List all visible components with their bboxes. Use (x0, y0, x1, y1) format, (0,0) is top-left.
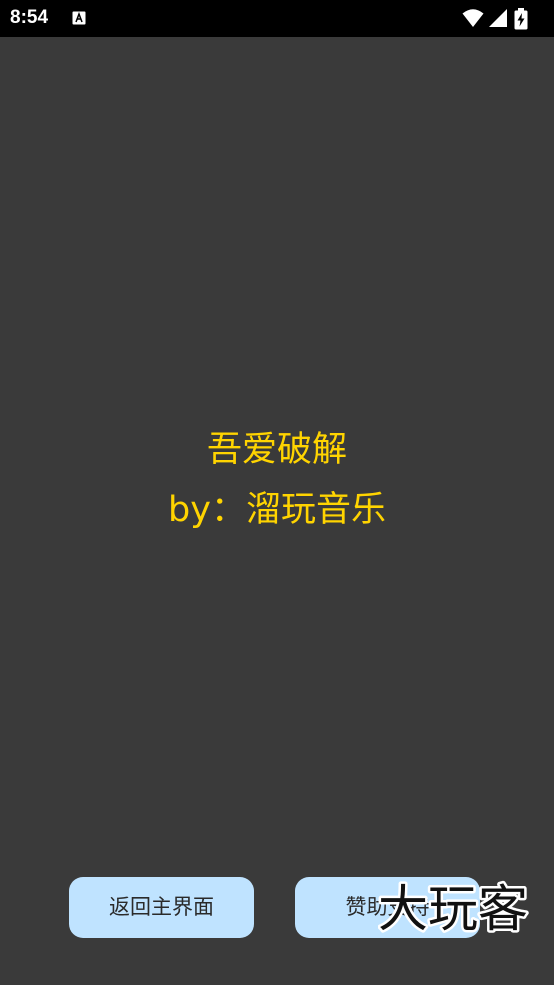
main-content: 吾爱破解 by：溜玩音乐 (0, 37, 554, 985)
status-bar: 8:54 (0, 0, 554, 37)
title-text: 吾爱破解 (206, 430, 347, 470)
watermark-text: 大玩客 (378, 880, 528, 938)
author-text: by：溜玩音乐 (168, 490, 386, 530)
watermark-logo: 大玩客 大玩客 (378, 878, 531, 938)
battery-charging-icon (514, 8, 528, 30)
back-to-main-button[interactable]: 返回主界面 (69, 877, 254, 938)
status-icons (462, 8, 542, 30)
signal-icon (489, 9, 507, 27)
wifi-icon (462, 9, 484, 27)
accessibility-a-icon (72, 11, 86, 25)
status-time: 8:54 (10, 7, 49, 28)
